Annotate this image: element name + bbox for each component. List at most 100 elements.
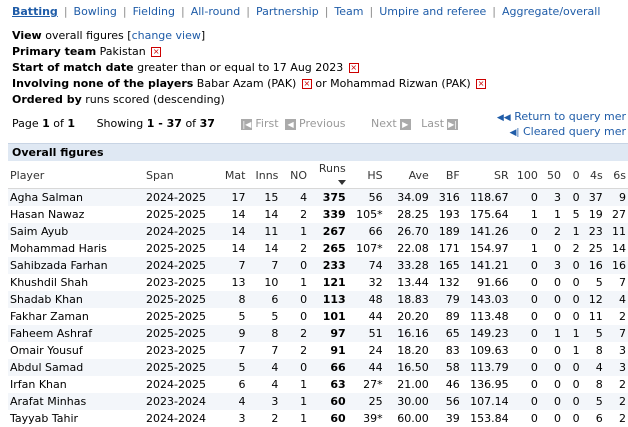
column-header-label: NO	[290, 168, 308, 182]
cell-6s: 7	[619, 276, 626, 289]
cell-sr: 175.64	[470, 208, 509, 221]
tab-aggregate-overall[interactable]: Aggregate/overall	[502, 5, 600, 18]
cell-runs: 121	[322, 276, 346, 289]
column-header-4s[interactable]: 4s	[581, 162, 605, 189]
cell-no: 2	[300, 344, 308, 357]
tab-batting[interactable]: Batting	[12, 5, 58, 18]
column-header-player[interactable]: Player	[8, 162, 145, 189]
column-header-label: Inns	[255, 168, 279, 182]
cell-span: 2023-2025	[146, 344, 207, 357]
table-row: Saim Ayub 2024-2025 14 11 1 267 66 26.70 189 141.…	[8, 223, 628, 240]
tab-umpire-and-referee[interactable]: Umpire and referee	[379, 5, 486, 18]
player-link[interactable]: Tayyab Tahir	[8, 410, 144, 427]
column-header-ave[interactable]: Ave	[384, 162, 431, 189]
player-link[interactable]: Irfan Khan	[8, 376, 144, 393]
tab-separator: |	[63, 5, 68, 18]
cell-ave: 34.09	[384, 188, 431, 206]
first-page-button[interactable]: First	[255, 117, 278, 130]
cell-4s: 4	[581, 359, 605, 376]
cell-mat: 14	[231, 242, 246, 255]
column-header-sr[interactable]: SR	[461, 162, 511, 189]
player-link[interactable]: Abdul Samad	[8, 359, 145, 376]
table-row: Sahibzada Farhan 2024-2025 7 7 0 233 74 33.28 16…	[8, 257, 628, 274]
cell-mat: 8	[216, 291, 248, 308]
remove-filter-icon[interactable]: ×	[151, 47, 162, 57]
column-header-inns[interactable]: Inns	[247, 162, 281, 189]
column-header-bf[interactable]: BF	[430, 162, 462, 189]
cell-span: 2025-2025	[146, 242, 207, 255]
cell-no: 1	[280, 223, 310, 240]
return-to-query-link[interactable]: Return to query mer	[514, 110, 626, 123]
cell-bf: 83	[445, 344, 460, 357]
column-header-span[interactable]: Span	[144, 162, 217, 189]
column-header-label: BF	[445, 168, 460, 182]
column-header-0[interactable]: 0	[562, 162, 582, 189]
cell-50: 1	[553, 208, 561, 221]
tab-team[interactable]: Team	[334, 5, 363, 18]
player-link[interactable]: Khushdil Shah	[8, 274, 144, 291]
player-link[interactable]: Saim Ayub	[8, 223, 145, 240]
tab-partnership[interactable]: Partnership	[256, 5, 319, 18]
current-page: 1	[42, 117, 50, 130]
cleared-query-link[interactable]: Cleared query mer	[523, 125, 626, 138]
cell-hs: 27*	[363, 378, 383, 391]
cell-4s: 37	[581, 188, 605, 206]
player-link[interactable]: Fakhar Zaman	[8, 308, 144, 325]
cell-no: 1	[300, 276, 308, 289]
tab-all-round[interactable]: All-round	[191, 5, 241, 18]
table-row: Mohammad Haris 2025-2025 14 14 2 265 107* 22.08…	[8, 240, 628, 257]
player-link[interactable]: Omair Yousuf	[8, 342, 144, 359]
tab-fielding[interactable]: Fielding	[133, 5, 175, 18]
column-header-runs[interactable]: Runs	[309, 162, 348, 189]
next-page-button[interactable]: Next	[371, 117, 397, 130]
primary-team-label: Primary team	[12, 45, 97, 58]
cell-0: 0	[562, 393, 582, 410]
column-header-label: 0	[572, 168, 580, 182]
cell-runs: 265	[322, 242, 346, 255]
cell-runs: 233	[309, 257, 348, 274]
cell-span: 2024-2025	[144, 223, 217, 240]
cell-sr: 141.21	[461, 257, 511, 274]
result-range: 1 - 37	[146, 117, 182, 130]
cell-4s: 5	[581, 393, 605, 410]
previous-page-button[interactable]: Previous	[299, 117, 346, 130]
last-page-button[interactable]: Last	[421, 117, 444, 130]
cell-runs: 60	[330, 412, 346, 425]
cell-0: 2	[572, 242, 580, 255]
player-link[interactable]: Arafat Minhas	[8, 393, 145, 410]
cell-sr: 107.14	[461, 393, 511, 410]
cell-0: 1	[562, 223, 582, 240]
cell-mat: 3	[238, 412, 246, 425]
column-header-no[interactable]: NO	[280, 162, 310, 189]
cell-inns: 7	[247, 257, 281, 274]
player-link[interactable]: Faheem Ashraf	[8, 325, 145, 342]
start-date-label: Start of match date	[12, 61, 134, 74]
cell-50: 0	[539, 291, 563, 308]
player-link[interactable]: Shadab Khan	[8, 291, 145, 308]
cell-100: 0	[510, 325, 540, 342]
column-header-hs[interactable]: HS	[347, 162, 385, 189]
column-header-label: Ave	[408, 168, 429, 182]
player-link[interactable]: Hasan Nawaz	[8, 206, 144, 223]
player-link[interactable]: Agha Salman	[8, 188, 145, 206]
column-header-100[interactable]: 100	[510, 162, 540, 189]
column-header-mat[interactable]: Mat	[216, 162, 248, 189]
cell-4s: 12	[581, 291, 605, 308]
table-row: Irfan Khan 2024-2025 6 4 1 63 27* 21.00 46 136.95…	[8, 376, 628, 393]
remove-filter-icon[interactable]: ×	[301, 79, 312, 89]
column-header-50[interactable]: 50	[539, 162, 563, 189]
player-link[interactable]: Sahibzada Farhan	[8, 257, 145, 274]
remove-filter-icon[interactable]: ×	[348, 63, 359, 73]
change-view-link[interactable]: change view	[132, 29, 201, 42]
column-header-6s[interactable]: 6s	[604, 162, 628, 189]
remove-filter-icon[interactable]: ×	[476, 79, 487, 89]
tab-bowling[interactable]: Bowling	[74, 5, 117, 18]
column-header-label: Runs	[318, 162, 346, 175]
return-arrow-icon: ◀◀	[496, 113, 511, 123]
player-link[interactable]: Mohammad Haris	[8, 240, 144, 257]
pagination: Page 1 of 1 Showing 1 - 37 of 37 |◀ First…	[12, 117, 461, 130]
cell-100: 0	[530, 412, 538, 425]
cell-runs: 375	[309, 188, 348, 206]
cell-6s: 2	[619, 378, 626, 391]
cell-4s: 11	[588, 310, 603, 323]
